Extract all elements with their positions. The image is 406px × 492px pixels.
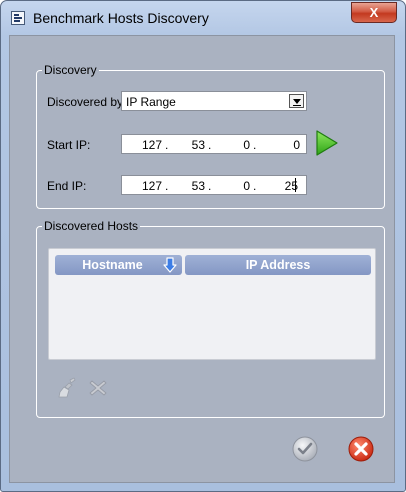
end-ip-octet-2[interactable]: 53: [173, 179, 205, 193]
discovered-hosts-legend: Discovered Hosts: [42, 219, 141, 233]
remove-x-icon[interactable]: [87, 377, 109, 399]
ip-separator: .: [208, 138, 212, 152]
ip-separator: .: [253, 179, 257, 193]
discovered-by-label: Discovered by:: [47, 95, 127, 109]
chevron-down-icon[interactable]: [289, 94, 304, 108]
start-ip-octet-4[interactable]: 0: [268, 138, 300, 152]
column-header-label: Hostname: [82, 258, 143, 272]
column-header-hostname[interactable]: Hostname: [55, 255, 182, 275]
hosts-table[interactable]: Hostname IP Address: [48, 248, 376, 360]
discovery-legend: Discovery: [42, 63, 99, 77]
text-cursor: [295, 178, 296, 192]
clear-broom-icon[interactable]: [57, 377, 79, 399]
start-ip-octet-1[interactable]: 127: [130, 138, 162, 152]
ip-separator: .: [253, 138, 257, 152]
checkmark-icon[interactable]: [291, 435, 319, 463]
start-ip-field[interactable]: 127 . 53 . 0 . 0: [121, 134, 307, 154]
dialog-body: Discovery Discovered by: IP Range Start …: [9, 35, 395, 483]
ip-separator: .: [165, 179, 169, 193]
close-button[interactable]: X: [351, 2, 397, 23]
title-bar[interactable]: Benchmark Hosts Discovery X: [1, 1, 405, 35]
dialog-window: Benchmark Hosts Discovery X Discovery Di…: [0, 0, 406, 492]
ip-separator: .: [208, 179, 212, 193]
column-header-ip-address[interactable]: IP Address: [185, 255, 371, 275]
end-ip-octet-1[interactable]: 127: [130, 179, 162, 193]
start-ip-label: Start IP:: [47, 138, 91, 152]
end-ip-octet-3[interactable]: 0: [218, 179, 250, 193]
end-ip-field[interactable]: 127 . 53 . 0 . 25: [121, 175, 307, 195]
start-ip-octet-3[interactable]: 0: [218, 138, 250, 152]
ip-separator: .: [165, 138, 169, 152]
window-title: Benchmark Hosts Discovery: [33, 10, 209, 26]
app-icon: [11, 11, 25, 25]
discovered-by-value: IP Range: [126, 95, 176, 109]
sort-down-arrow-icon[interactable]: [163, 257, 177, 273]
column-header-label: IP Address: [245, 258, 311, 272]
end-ip-octet-4[interactable]: 25: [266, 179, 298, 193]
play-arrow-icon[interactable]: [314, 128, 340, 158]
cancel-x-icon[interactable]: [347, 435, 375, 463]
end-ip-label: End IP:: [47, 179, 87, 193]
discovered-by-select[interactable]: IP Range: [121, 91, 307, 111]
start-ip-octet-2[interactable]: 53: [173, 138, 205, 152]
